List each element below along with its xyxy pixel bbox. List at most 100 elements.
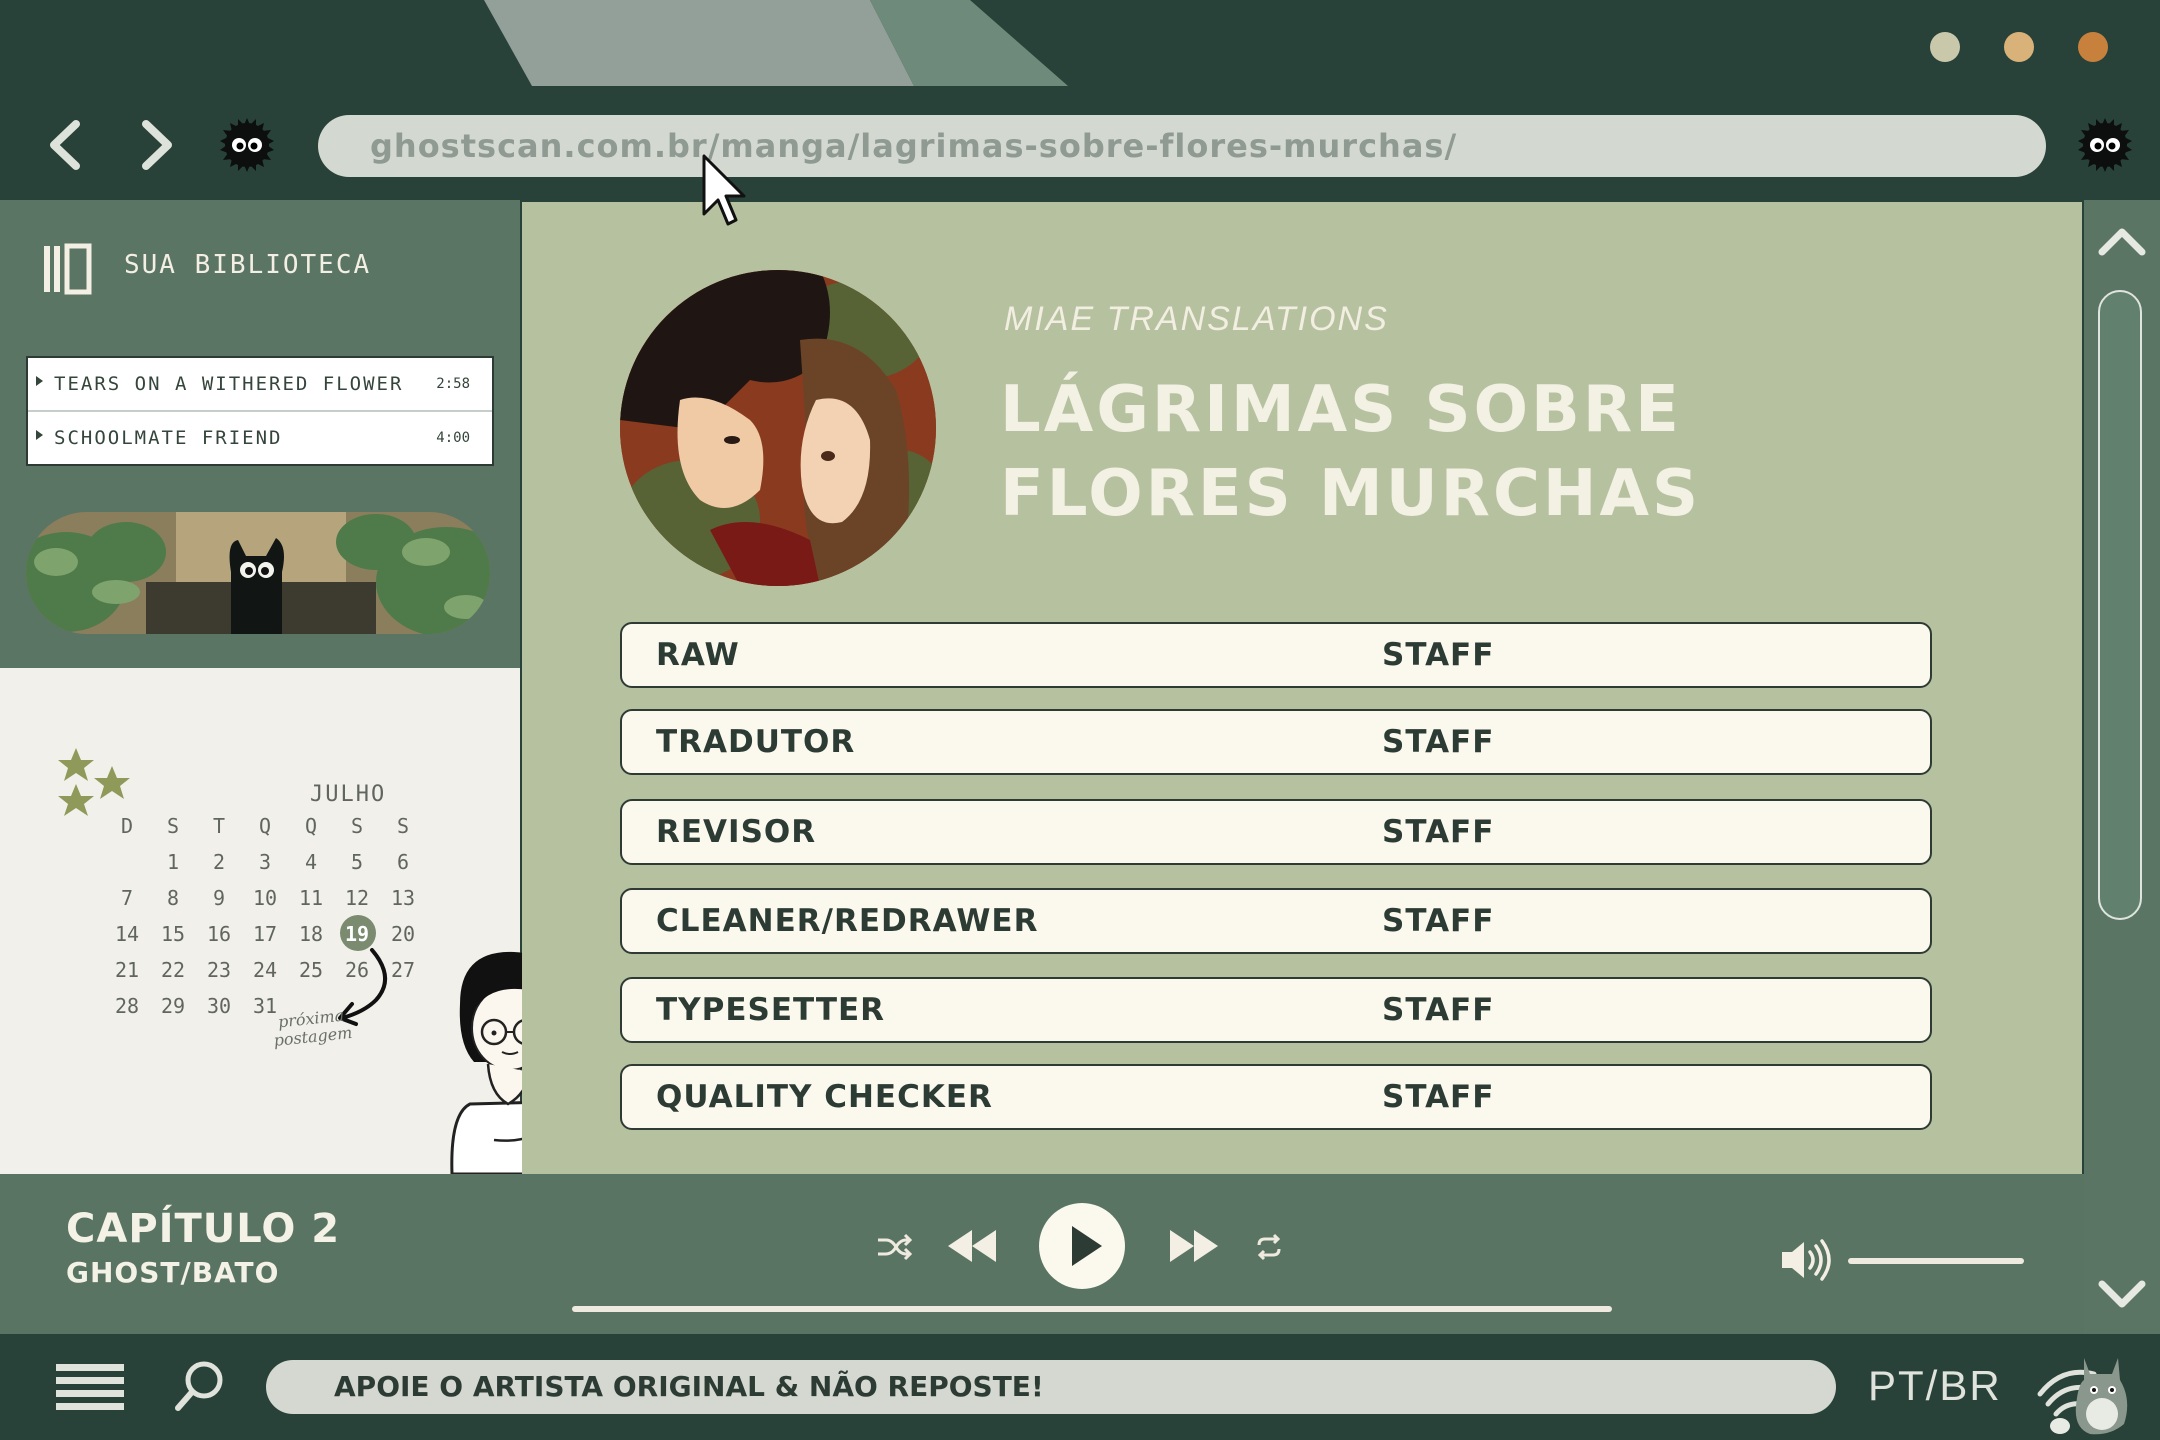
calendar-weekday: Q [258,814,272,838]
play-triangle-icon [36,376,43,386]
credit-value: STAFF [1382,1079,1495,1115]
calendar-day: 2 [212,850,226,874]
soot-sprite-icon[interactable] [218,116,276,174]
credit-row: REVISOR STAFF [620,799,1932,865]
playlist-track[interactable]: SCHOOLMATE FRIEND 4:00 [28,412,492,464]
chapter-source: GHOST/BATO [66,1256,280,1289]
stars-decoration-icon [58,748,130,816]
credit-row: RAW STAFF [620,622,1932,688]
totoro-wifi-icon[interactable] [2032,1344,2132,1436]
credit-value: STAFF [1382,992,1495,1028]
calendar-month: JULHO [310,782,387,807]
window-dot-1[interactable] [1930,32,1960,62]
credit-role: QUALITY CHECKER [656,1079,993,1115]
calendar-day: 16 [206,922,232,946]
page: ghostscan.com.br/manga/lagrimas-sobre-fl… [0,0,2160,1440]
hamburger-menu-icon[interactable] [56,1362,124,1410]
credit-value: STAFF [1382,724,1495,760]
volume-icon[interactable] [1780,1238,1836,1282]
credit-row: TYPESETTER STAFF [620,977,1932,1043]
credit-role: RAW [656,637,740,673]
url-bar[interactable]: ghostscan.com.br/manga/lagrimas-sobre-fl… [318,115,2046,177]
browser-tab-decoration [484,0,1068,86]
calendar-day: 24 [252,958,278,982]
library-title: SUA BIBLIOTECA [124,250,372,280]
credit-role: REVISOR [656,814,817,850]
scan-group-name: MIAE TRANSLATIONS [1004,300,1389,338]
chevron-left-icon[interactable] [30,110,100,180]
calendar-day: 15 [160,922,186,946]
calendar-day: 29 [160,994,186,1018]
calendar-day: 23 [206,958,232,982]
calendar-day: 25 [298,958,324,982]
play-button[interactable] [1038,1202,1126,1290]
calendar-day: 4 [304,850,318,874]
credit-row: QUALITY CHECKER STAFF [620,1064,1932,1130]
calendar-weekday: S [396,814,410,838]
credit-value: STAFF [1382,903,1495,939]
rewind-icon[interactable] [946,1226,998,1266]
calendar-weekday: S [166,814,180,838]
calendar-day: 22 [160,958,186,982]
calendar-weekday: T [212,814,226,838]
credit-value: STAFF [1382,814,1495,850]
calendar-day: 17 [252,922,278,946]
scroll-down-button[interactable] [2084,1258,2160,1334]
mouse-cursor-icon [702,154,746,226]
chapter-title: CAPÍTULO 2 [66,1206,341,1252]
credit-role: TYPESETTER [656,992,886,1028]
calendar-weekday: Q [304,814,318,838]
manga-title: LÁGRIMAS SOBRE FLORES MURCHAS [1000,368,2000,536]
chapter-progress-bar[interactable] [572,1306,1612,1312]
calendar-day: 5 [350,850,364,874]
credit-row: CLEANER/REDRAWER STAFF [620,888,1932,954]
credit-role: CLEANER/REDRAWER [656,903,1039,939]
chevron-up-icon [2098,228,2146,256]
url-text: ghostscan.com.br/manga/lagrimas-sobre-fl… [370,127,1458,165]
manga-title-line: LÁGRIMAS SOBRE [1000,373,1682,447]
black-cat-banner-image [26,512,490,634]
playlist-track[interactable]: TEARS ON A WITHERED FLOWER 2:58 [28,358,492,412]
soot-sprite-icon-right[interactable] [2076,116,2134,174]
calendar-day: 6 [396,850,410,874]
calendar-day: 13 [390,886,416,910]
shuffle-icon[interactable] [876,1232,912,1262]
chevron-right-icon[interactable] [122,110,192,180]
credit-value: STAFF [1382,637,1495,673]
track-name: SCHOOLMATE FRIEND [54,427,283,449]
calendar-weekday: D [120,814,134,838]
manga-cover-image[interactable] [620,270,936,586]
track-name: TEARS ON A WITHERED FLOWER [54,373,404,395]
library-icon[interactable] [42,242,94,296]
track-duration: 2:58 [436,376,470,392]
calendar-day: 8 [166,886,180,910]
calendar-day: 30 [206,994,232,1018]
calendar-day: 28 [114,994,140,1018]
fast-forward-icon[interactable] [1168,1226,1220,1266]
calendar-day: 11 [298,886,324,910]
calendar-day-highlighted: 19 [344,922,370,946]
credit-row: TRADUTOR STAFF [620,709,1932,775]
playlist: TEARS ON A WITHERED FLOWER 2:58 SCHOOLMA… [26,356,494,466]
credit-role: TRADUTOR [656,724,856,760]
calendar-day: 21 [114,958,140,982]
window-dot-3[interactable] [2078,32,2108,62]
volume-slider[interactable] [1848,1258,2024,1264]
calendar-day: 1 [166,850,180,874]
manga-title-line: FLORES MURCHAS [1000,457,1702,531]
scroll-up-button[interactable] [2084,202,2160,278]
repeat-icon[interactable] [1254,1232,1284,1262]
language-indicator[interactable]: PT/BR [1868,1356,2002,1416]
notice-text: APOIE O ARTISTA ORIGINAL & NÃO REPOSTE! [334,1370,1044,1403]
calendar-day: 3 [258,850,272,874]
chevron-down-icon [2098,1280,2146,1308]
calendar-weekday: S [350,814,364,838]
search-icon[interactable] [172,1358,228,1414]
calendar-day: 10 [252,886,278,910]
window-dot-2[interactable] [2004,32,2034,62]
calendar-day: 20 [390,922,416,946]
scrollbar-thumb[interactable] [2098,290,2142,920]
calendar-day: 18 [298,922,324,946]
calendar-day: 12 [344,886,370,910]
calendar-day: 7 [120,886,134,910]
